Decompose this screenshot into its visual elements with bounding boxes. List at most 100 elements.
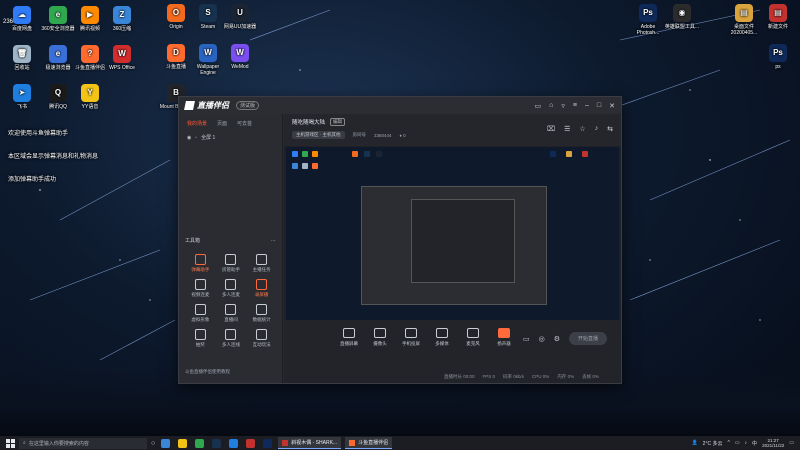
douyu-live-companion-window: 直播伴侣 测试版 ▭ ⌂ ▿ ≡ – □ ✕ 我的场景 页面 可去首 + ◉ ▫…	[178, 96, 622, 384]
share-icon[interactable]: ⇆	[607, 125, 613, 133]
tool-label: 虚拟形象	[191, 317, 210, 322]
desktop-icon-steam[interactable]: S Steam	[190, 4, 226, 30]
taskbar-clock[interactable]: 21:27 2021/11/22	[762, 438, 784, 449]
taskbar-app-7[interactable]	[263, 438, 273, 448]
desktop-icon-qq[interactable]: Q 腾讯QQ	[40, 84, 76, 110]
lol-icon: ◉	[673, 4, 691, 22]
taskbar-app-6[interactable]	[246, 438, 256, 448]
media-icon	[436, 328, 448, 338]
maximize-icon[interactable]: □	[597, 102, 601, 109]
bell-icon[interactable]: ♪	[595, 125, 599, 133]
people-icon[interactable]: 👤	[691, 440, 697, 446]
tab-third[interactable]: 可去首	[237, 120, 252, 127]
taskbar-app-2[interactable]	[178, 438, 188, 448]
taskbar-task-douyu[interactable]: 斗鱼直播伴侣	[345, 437, 393, 449]
tab-pages[interactable]: 页面	[217, 120, 227, 127]
tool-item[interactable]: 房管助手	[216, 254, 247, 273]
system-tray: 👤 2°C 多云 ^ ▭ ♪ 中 21:27 2021/11/22 ▭	[691, 438, 794, 449]
tool-item[interactable]: 弹幕助手	[185, 254, 216, 273]
taskbar-task-music[interactable]: 斜视木偶 - SHARK...	[278, 437, 342, 449]
desktop-icon-browser[interactable]: e 360安全浏览器	[40, 6, 76, 32]
weather-text[interactable]: 2°C 多云	[703, 440, 723, 447]
task-view-icon[interactable]: ○	[151, 440, 155, 447]
desktop-icon-cloud[interactable]: ☁ 百度网盘	[4, 6, 40, 32]
tool-item[interactable]: 多人连麦	[216, 279, 247, 298]
menu-icon[interactable]: ≡	[573, 102, 577, 109]
live-preview[interactable]	[286, 147, 619, 337]
taskbar-app-3[interactable]	[195, 438, 205, 448]
desktop-icon-archive[interactable]: Z 360压缩	[104, 6, 140, 32]
scene-item[interactable]: ◉ ▫ 全屏 1	[179, 130, 282, 145]
tool-item[interactable]: 视频连麦	[185, 279, 216, 298]
desktop-icon-douyu[interactable]: ? 斗鱼直播伴侣	[72, 45, 108, 71]
start-button[interactable]	[6, 438, 15, 448]
chevron-up-icon[interactable]: ^	[727, 440, 729, 446]
tool-item[interactable]: 虚拟形象	[185, 304, 216, 323]
bag-icon[interactable]: ⌧	[547, 125, 555, 133]
network-icon[interactable]: ▭	[735, 440, 740, 446]
tool-item[interactable]: 主播任务	[246, 254, 277, 273]
desktop-icon-folder[interactable]: ▤ 新建文件	[760, 4, 796, 30]
lock-icon[interactable]: ▫	[195, 135, 197, 141]
tool-item[interactable]: 录屏播	[246, 279, 277, 298]
desktop-icon-feishu[interactable]: ➤ 飞书	[4, 84, 40, 110]
tool-label: 数据统计	[252, 317, 271, 322]
toolbar-screen-button[interactable]: 直播屏幕	[338, 328, 360, 347]
list-icon[interactable]: ☰	[564, 125, 570, 133]
star-icon[interactable]: ☆	[579, 125, 585, 133]
desktop-icon-label: Adobe Photosh...	[636, 24, 660, 36]
taskbar-app-5[interactable]	[229, 438, 239, 448]
desktop-icon-play[interactable]: ▶ 腾讯视频	[72, 6, 108, 32]
tool-item[interactable]: 多人连线	[216, 329, 247, 348]
room-category[interactable]: 主机游戏区 · 主机其他	[292, 131, 345, 139]
desktop-icon-folder[interactable]: ▤ 桌面文件20200405...	[726, 4, 762, 36]
tool-item[interactable]: 互动玩法	[246, 329, 277, 348]
close-icon[interactable]: ✕	[609, 102, 615, 110]
more-icon[interactable]: ⋯	[271, 238, 276, 244]
tab-my-scenes[interactable]: 我的场景	[187, 120, 207, 127]
desktop-icon-photoshop[interactable]: Ps ps	[760, 44, 796, 70]
desktop-icon-recycle-bin[interactable]: 🗑 回收站	[4, 45, 40, 71]
desktop-icon-yy[interactable]: Y YY语音	[72, 84, 108, 110]
message-icon[interactable]: ▭	[535, 102, 542, 110]
toolbar-camera-button[interactable]: 摄像头	[369, 328, 391, 347]
settings-icon[interactable]: ⚙	[554, 335, 560, 343]
eye-settings-icon[interactable]: ◎	[539, 335, 545, 343]
taskbar-app-1[interactable]	[161, 438, 171, 448]
tool-item[interactable]: 数据统计	[246, 304, 277, 323]
desktop-icon-browser[interactable]: e 极速浏览器	[40, 45, 76, 71]
folder-icon: ▤	[769, 4, 787, 22]
taskbar-search[interactable]: ⌕ 在这里输入你要搜索的内容	[19, 437, 147, 449]
toolbar-microphone-button[interactable]: 麦克风	[462, 328, 484, 347]
browser-icon: e	[49, 45, 67, 63]
toolbar-speaker-button[interactable]: 扬声器	[493, 328, 515, 347]
desktop-icon-wps[interactable]: W WPS Office	[104, 45, 140, 71]
gift-icon[interactable]: ▿	[561, 102, 565, 110]
tutorial-link[interactable]: 斗鱼直播伴侣使用教程	[185, 369, 230, 375]
minimize-icon[interactable]: –	[585, 102, 589, 109]
shirt-icon[interactable]: ⌂	[549, 102, 553, 109]
recycle-bin-icon: 🗑	[13, 45, 31, 63]
tool-item[interactable]: 直播间	[216, 304, 247, 323]
desktop-icon-douyu[interactable]: D 斗鱼直播	[158, 44, 194, 70]
desktop-icon-origin[interactable]: O Origin	[158, 4, 194, 30]
taskbar-app-4[interactable]	[212, 438, 222, 448]
ime-indicator[interactable]: 中	[752, 440, 757, 447]
desktop-icon-wallpaper-engine[interactable]: W Wallpaper Engine	[190, 44, 226, 76]
title-bar[interactable]: 直播伴侣 测试版 ▭ ⌂ ▿ ≡ – □ ✕	[179, 97, 621, 114]
desktop-icon-photoshop[interactable]: Ps Adobe Photosh...	[630, 4, 666, 36]
toolbar-media-button[interactable]: 多媒体	[431, 328, 453, 347]
desktop-icon-lol[interactable]: ◉ 英雄联盟工具...	[664, 4, 700, 30]
steam-icon: S	[199, 4, 217, 22]
desktop-icon-uu[interactable]: U 网易UU加速器	[222, 4, 258, 30]
tool-item[interactable]: 抽奖	[185, 329, 216, 348]
notification-icon[interactable]: ▭	[789, 440, 794, 446]
eye-icon[interactable]: ◉	[187, 135, 191, 141]
edit-room-button[interactable]: 编辑	[330, 118, 346, 126]
start-live-button[interactable]: 开始直播	[568, 332, 607, 345]
toolbar-phone-cast-button[interactable]: 手机投屏	[400, 328, 422, 347]
volume-icon[interactable]: ♪	[745, 440, 748, 446]
taskbar-task-music-label: 斜视木偶 - SHARK...	[291, 440, 338, 446]
desktop-icon-wemod[interactable]: W WeMod	[222, 44, 258, 70]
record-icon[interactable]: ▭	[523, 335, 530, 343]
